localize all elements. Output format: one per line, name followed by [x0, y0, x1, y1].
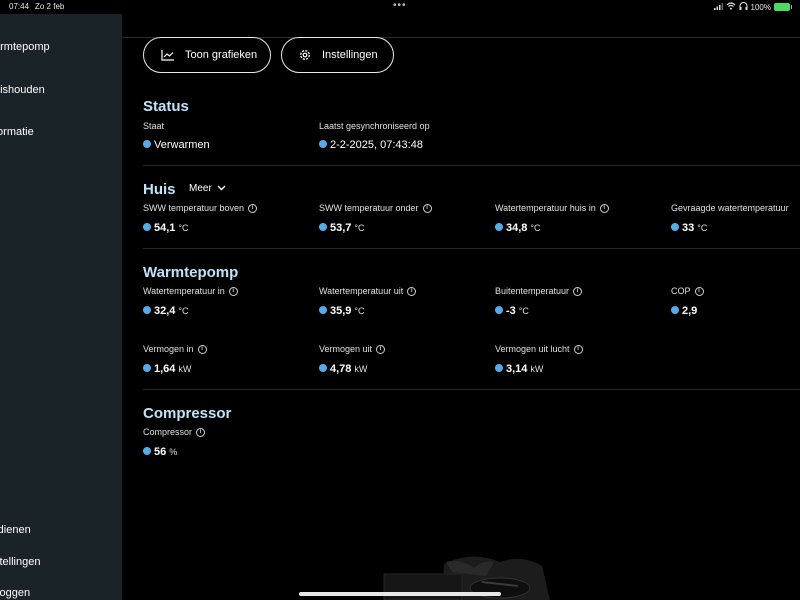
settings-label: Instellingen — [322, 49, 378, 61]
status-indicators: 100% — [713, 1, 792, 12]
status-dot — [143, 140, 151, 148]
state-label: Staat — [143, 121, 165, 131]
info-icon[interactable]: i — [228, 286, 238, 296]
metric-label: Watertemperatuur uit i — [319, 286, 417, 296]
status-dot — [319, 306, 327, 314]
sidebar-item-bedienen[interactable]: rdienen — [0, 524, 31, 536]
metric-label: SWW temperatuur onder i — [319, 203, 432, 213]
section-title-compressor: Compressor — [143, 405, 232, 422]
metric-value: 34,8 °C — [495, 222, 541, 234]
show-charts-label: Toon grafieken — [185, 49, 258, 61]
home-indicator[interactable] — [299, 592, 501, 596]
signal-icon — [713, 2, 723, 12]
status-dot — [495, 306, 503, 314]
info-icon[interactable]: i — [599, 203, 609, 213]
more-dropdown[interactable]: Meer — [189, 183, 226, 194]
status-dot — [671, 306, 679, 314]
metric-value: 32,4 °C — [143, 305, 189, 317]
show-charts-button[interactable]: Toon grafieken — [143, 37, 271, 73]
info-icon[interactable]: i — [407, 286, 417, 296]
sync-value: 2-2-2025, 07:43:48 — [319, 139, 423, 151]
gear-icon — [298, 48, 312, 62]
status-dot — [319, 223, 327, 231]
headphones-icon — [738, 1, 748, 12]
sidebar-item-warmtepomp[interactable]: armtepomp — [0, 41, 50, 53]
battery-percentage: 100% — [750, 2, 771, 12]
metric-label: Vermogen uit i — [319, 344, 386, 354]
settings-button[interactable]: Instellingen — [281, 37, 394, 73]
section-divider — [143, 389, 800, 390]
metric-label: COP i — [671, 286, 704, 296]
metric-value: 35,9 °C — [319, 305, 365, 317]
metric-value: 54,1 °C — [143, 222, 189, 234]
status-dot — [495, 364, 503, 372]
info-icon[interactable]: i — [197, 344, 207, 354]
metric-value: 53,7 °C — [319, 222, 365, 234]
status-dot — [671, 223, 679, 231]
info-icon[interactable]: i — [573, 344, 583, 354]
status-dot — [319, 140, 327, 148]
status-time: 07:44 — [9, 2, 30, 11]
status-bar: 07:44 Zo 2 feb ••• 100% — [0, 0, 800, 14]
status-dot — [143, 306, 151, 314]
status-dot — [143, 364, 151, 372]
info-icon[interactable]: i — [573, 286, 583, 296]
heat-pump-device-image — [382, 540, 582, 600]
metric-value: 4,78 kW — [319, 363, 367, 375]
status-dot — [495, 223, 503, 231]
section-divider — [143, 248, 800, 249]
chevron-down-icon — [217, 183, 226, 194]
sidebar: armtepomp uishouden formatie rdienen ste… — [0, 14, 122, 600]
main-content: Toon grafieken Instellingen Status Staat… — [122, 14, 800, 600]
state-value: Verwarmen — [143, 139, 210, 151]
status-dot — [319, 364, 327, 372]
metric-label: Vermogen uit lucht i — [495, 344, 583, 354]
battery-icon — [774, 3, 792, 11]
section-divider — [143, 165, 800, 166]
section-title-huis: Huis — [143, 181, 176, 198]
metric-value: 1,64 kW — [143, 363, 191, 375]
metric-label: Watertemperatuur huis in i — [495, 203, 609, 213]
metric-value: 2,9 — [671, 305, 697, 317]
sidebar-item-uitloggen[interactable]: tloggen — [0, 587, 30, 599]
status-dot — [143, 447, 151, 455]
more-label: Meer — [189, 183, 212, 194]
status-dot — [143, 223, 151, 231]
sync-label: Laatst gesynchroniseerd op — [319, 121, 430, 131]
section-title-status: Status — [143, 98, 189, 115]
metric-label: Gevraagde watertemperatuur — [671, 203, 789, 213]
sidebar-item-instellingen[interactable]: stellingen — [0, 556, 40, 568]
multitasking-dots[interactable]: ••• — [393, 0, 407, 11]
section-title-warmtepomp: Warmtepomp — [143, 264, 239, 281]
metric-label: Watertemperatuur in i — [143, 286, 238, 296]
chart-line-icon — [161, 48, 175, 62]
status-date: Zo 2 feb — [35, 2, 65, 11]
metric-value: 33 °C — [671, 222, 707, 234]
metric-value: 3,14 kW — [495, 363, 543, 375]
metric-label: SWW temperatuur boven i — [143, 203, 258, 213]
info-icon[interactable]: i — [694, 286, 704, 296]
wifi-icon — [726, 2, 736, 12]
metric-label: Vermogen in i — [143, 344, 207, 354]
sidebar-item-informatie[interactable]: formatie — [0, 126, 34, 138]
info-icon[interactable]: i — [248, 203, 258, 213]
sidebar-item-huishouden[interactable]: uishouden — [0, 84, 45, 96]
info-icon[interactable]: i — [196, 427, 206, 437]
metric-label: Compressor i — [143, 427, 206, 437]
metric-label: Buitentemperatuur i — [495, 286, 583, 296]
info-icon[interactable]: i — [376, 344, 386, 354]
metric-value: -3 °C — [495, 305, 529, 317]
info-icon[interactable]: i — [422, 203, 432, 213]
metric-value: 56% — [143, 446, 177, 458]
